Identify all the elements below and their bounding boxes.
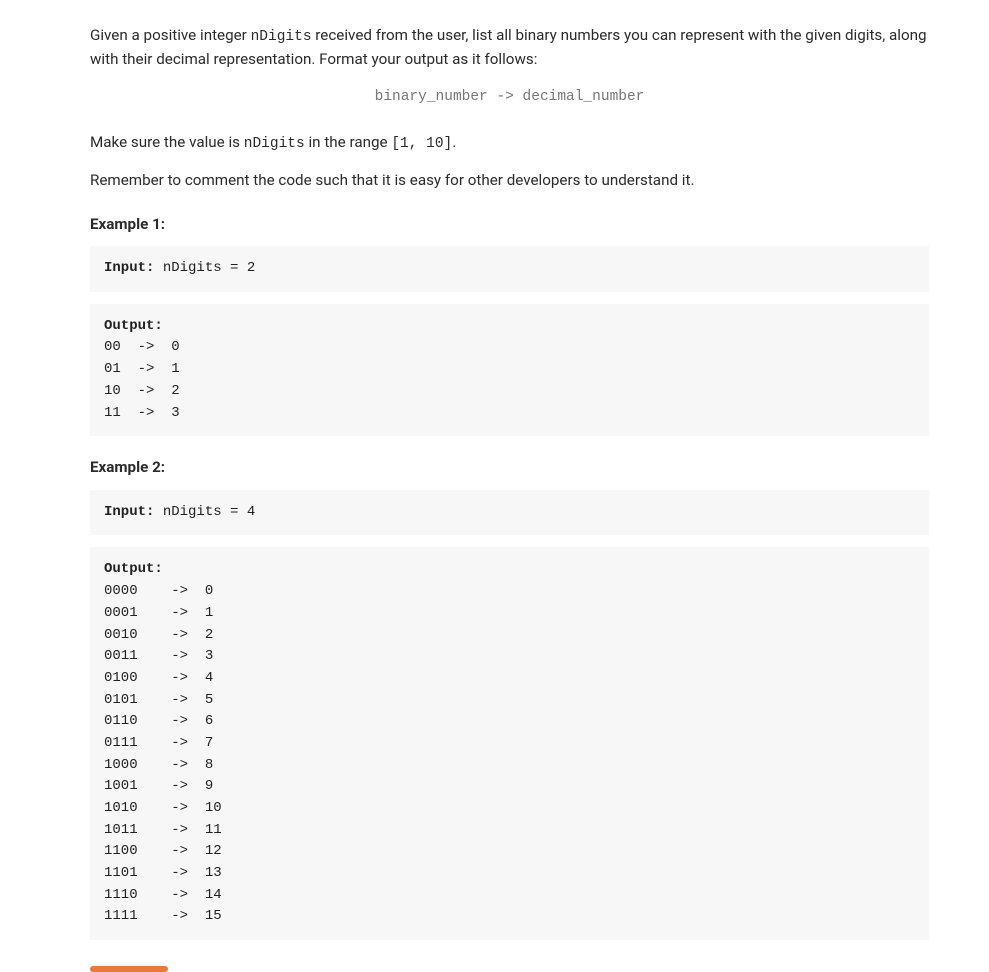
example-2-heading: Example 2:: [90, 456, 929, 480]
output-row: 0010 -> 2: [104, 627, 213, 643]
output-row: 0111 -> 7: [104, 735, 213, 751]
output-row: 0100 -> 4: [104, 670, 213, 686]
output-row: 1110 -> 14: [104, 887, 222, 903]
input-label: Input:: [104, 504, 154, 520]
input-rest: nDigits = 2: [154, 260, 255, 276]
intro-paragraph-1: Given a positive integer nDigits receive…: [90, 24, 929, 72]
example-1-input-block: Input: nDigits = 2: [90, 246, 929, 292]
code-inline-range: [1, 10]: [391, 136, 452, 152]
output-row: 0000 -> 0: [104, 583, 213, 599]
input-rest: nDigits = 4: [154, 504, 255, 520]
intro-paragraph-3: Remember to comment the code such that i…: [90, 169, 929, 193]
output-label: Output:: [104, 561, 163, 577]
output-row: 1000 -> 8: [104, 757, 213, 773]
output-row: 00 -> 0: [104, 339, 180, 355]
input-label: Input:: [104, 260, 154, 276]
horizontal-scrollbar-thumb[interactable]: [90, 966, 168, 972]
example-1-output-block: Output: 00 -> 0 01 -> 1 10 -> 2 11 -> 3: [90, 304, 929, 436]
text: Make sure the value is: [90, 133, 244, 151]
output-row: 0011 -> 3: [104, 648, 213, 664]
horizontal-scrollbar-track[interactable]: [0, 966, 989, 972]
output-row: 1100 -> 12: [104, 843, 222, 859]
output-row: 1111 -> 15: [104, 908, 222, 924]
output-row: 1011 -> 11: [104, 822, 222, 838]
text: Given a positive integer: [90, 26, 251, 44]
output-row: 10 -> 2: [104, 383, 180, 399]
output-row: 1101 -> 13: [104, 865, 222, 881]
output-row: 01 -> 1: [104, 361, 180, 377]
format-line: binary_number -> decimal_number: [90, 86, 929, 108]
output-row: 0110 -> 6: [104, 713, 213, 729]
intro-paragraph-2: Make sure the value is nDigits in the ra…: [90, 131, 929, 155]
code-inline-ndigits: nDigits: [251, 29, 312, 45]
example-1-heading: Example 1:: [90, 213, 929, 237]
example-2-output-block: Output: 0000 -> 0 0001 -> 1 0010 -> 2 00…: [90, 547, 929, 940]
output-label: Output:: [104, 318, 163, 334]
output-row: 0001 -> 1: [104, 605, 213, 621]
output-row: 1010 -> 10: [104, 800, 222, 816]
document-page: Given a positive integer nDigits receive…: [0, 0, 989, 964]
code-inline-ndigits: nDigits: [244, 136, 305, 152]
text: in the range: [305, 133, 392, 151]
output-row: 11 -> 3: [104, 405, 180, 421]
output-row: 1001 -> 9: [104, 778, 213, 794]
example-2-input-block: Input: nDigits = 4: [90, 490, 929, 536]
output-row: 0101 -> 5: [104, 692, 213, 708]
text: .: [452, 133, 456, 151]
